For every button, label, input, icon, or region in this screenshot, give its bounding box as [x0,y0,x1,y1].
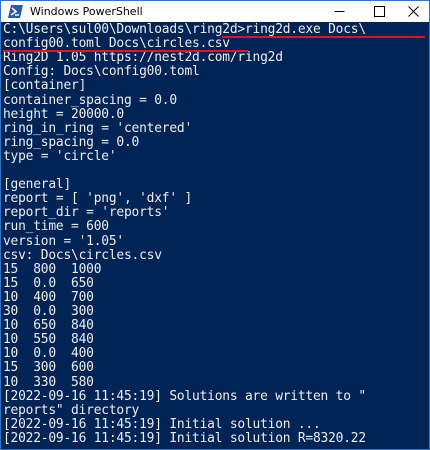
console-line: ring_spacing = 0.0 [3,134,140,150]
console-line: [2022-09-16 11:45:19] Solutions are writ… [3,388,366,404]
window-title: Windows PowerShell [30,5,143,18]
console-scrollbar[interactable] [426,23,429,449]
minimize-icon [334,11,344,12]
console-line: report_dir = 'reports' [3,205,170,221]
console-line: version = '1.05' [3,233,124,249]
console-line: 15 800 1000 [3,261,102,277]
console-line: C:\Users\sul00\Downloads\ring2d>ring2d.e… [3,23,366,37]
console-line: ring_in_ring = 'centered' [3,120,193,136]
console-line: Config: Docs\config00.toml [3,64,200,80]
console-line: config00.toml Docs\circles.csv [3,36,230,52]
command-underline [222,36,425,38]
console-line: 10 0.0 400 [3,346,94,362]
minimize-button[interactable] [321,1,357,22]
console-line: 10 550 840 [3,332,94,348]
console-line: [2022-09-16 11:45:19] Initial solution .… [3,416,321,432]
command-underline [3,50,248,52]
close-icon [407,6,419,17]
console-output[interactable]: C:\Users\sul00\Downloads\ring2d>ring2d.e… [3,23,425,449]
powershell-icon [8,4,23,19]
console-line: Ring2D 1.05 https://nest2d.com/ring2d [3,50,283,66]
powershell-window: Windows PowerShell C:\Users\sul00\Downlo… [0,0,430,450]
console-line: run_time = 600 [3,219,109,235]
maximize-icon [373,6,385,17]
console-line: type = 'circle' [3,148,117,164]
console-line: reports" directory [3,402,140,418]
console-line: container_spacing = 0.0 [3,92,177,108]
console-line: 15 0.0 650 [3,275,94,291]
console-line: csv: Docs\circles.csv [3,247,162,263]
console-line: [general] [3,177,72,193]
console-line: 10 400 700 [3,289,94,305]
console-line: 30 0.0 300 [3,304,94,319]
console-line: report = [ 'png', 'dxf' ] [3,191,193,207]
console-line: height = 20000.0 [3,106,124,122]
close-button[interactable] [395,1,430,22]
console-line: [container] [3,78,87,94]
console-line: 15 300 600 [3,360,94,376]
title-bar[interactable]: Windows PowerShell [1,1,429,22]
console-line: 10 330 580 [3,374,94,390]
console-line: 10 650 840 [3,318,94,334]
console-line: [2022-09-16 11:45:19] Initial solution R… [3,430,366,446]
maximize-button[interactable] [361,1,397,22]
